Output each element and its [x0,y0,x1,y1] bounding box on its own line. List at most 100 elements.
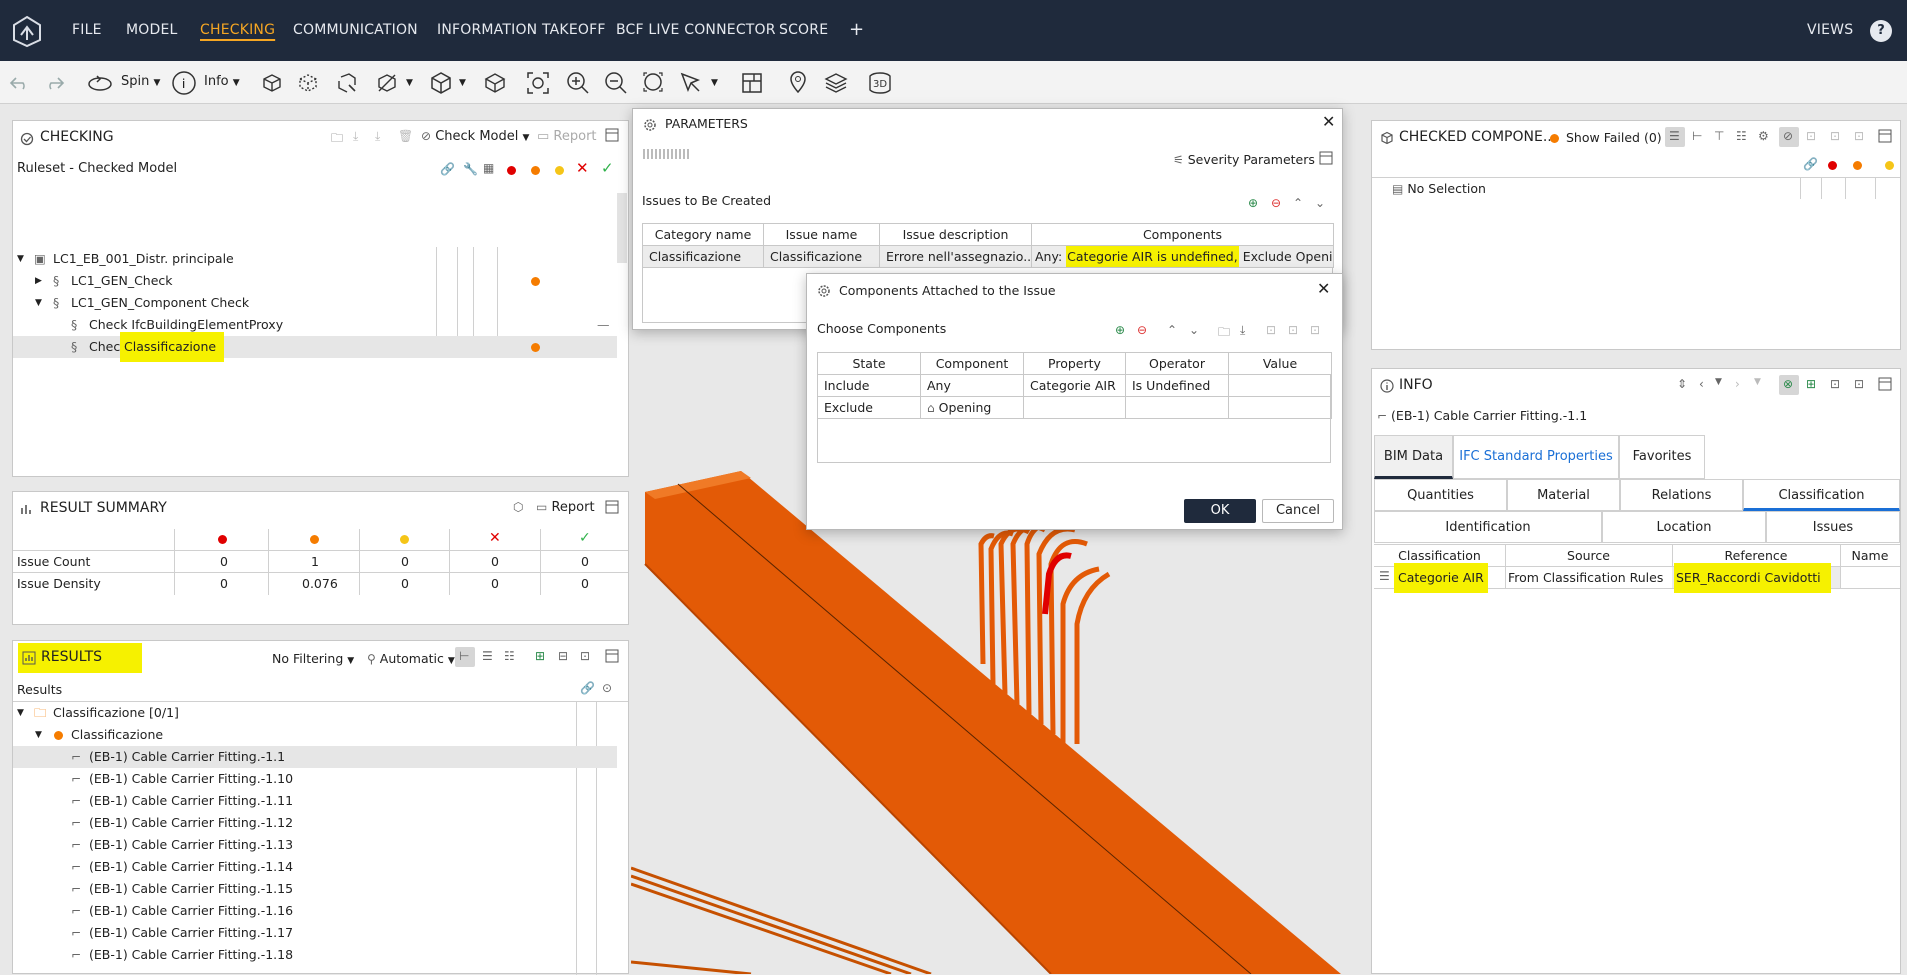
pick-icon[interactable] [677,69,704,96]
show-failed-dropdown[interactable]: Show Failed (0) ▼ [1566,130,1673,145]
result-item-row[interactable]: ⌐ (EB-1) Cable Carrier Fitting.-1.17 [13,922,617,944]
report-button[interactable]: ▭ Report [537,129,597,144]
add-row-icon[interactable]: ⊕ [1248,196,1258,210]
info-icon[interactable]: i [170,69,197,96]
expand-icon[interactable]: ▶ [35,270,42,292]
filter-warn-icon[interactable] [1885,161,1894,170]
cancel-button[interactable]: Cancel [1262,499,1334,523]
folder-icon[interactable]: 🗀 [331,129,343,150]
move-up-icon[interactable]: ⌃ [1167,323,1177,337]
result-subgroup-row[interactable]: ▼ Classificazione [13,724,576,746]
tree-row[interactable]: ▶ § LC1_GEN_Check [13,270,613,292]
result-item-row[interactable]: ⌐ (EB-1) Cable Carrier Fitting.-1.13 [13,834,617,856]
help-button[interactable]: ? [1870,20,1892,42]
tab-identification[interactable]: Identification [1374,511,1602,543]
info-dropdown[interactable]: Info ▼ [204,74,240,89]
link-icon[interactable]: 🔗 [440,162,455,176]
link-icon[interactable]: 🔗 [580,681,595,695]
bcf-icon[interactable]: ⊡ [1830,129,1840,143]
ghost-dropdown[interactable]: ▼ [406,74,413,89]
panel-menu-icon[interactable] [605,649,619,667]
tree-row-selected[interactable]: § Check Classificazione [13,332,617,362]
result-item-row[interactable]: ⌐ (EB-1) Cable Carrier Fitting.-1.11 [13,790,617,812]
cube-view-dropdown[interactable]: ▼ [459,74,466,89]
menu-score[interactable]: SCORE [779,0,828,61]
list-icon[interactable]: ☰ [1669,129,1680,143]
component-row[interactable]: Exclude ⌂ Opening [817,396,1332,419]
severity-parameters-button[interactable]: ⚟ Severity Parameters [1173,152,1315,167]
spin-icon[interactable] [86,69,113,96]
hide-icon[interactable] [333,69,360,96]
remove-row-icon[interactable]: ⊖ [1271,196,1281,210]
tree-row[interactable]: ▼ ▣ LC1_EB_001_Distr. principale [13,248,613,270]
delete-icon[interactable]: 🗑 [398,129,413,143]
drag-handle[interactable] [643,149,691,159]
filter-failed-icon[interactable] [1853,161,1862,170]
layers-icon[interactable]: ☷ [1736,129,1747,143]
pick-dropdown[interactable]: ▼ [711,74,718,89]
filter-error-icon[interactable] [1828,161,1837,170]
ghost-icon[interactable] [373,69,400,96]
list-icon[interactable]: ☰ [482,649,493,663]
cube-icon[interactable]: ⬡ [513,500,523,514]
result-item-row[interactable]: ⌐ (EB-1) Cable Carrier Fitting.-1.12 [13,812,617,834]
result-item-row[interactable]: ⌐ (EB-1) Cable Carrier Fitting.-1.16 [13,900,617,922]
panel-menu-icon[interactable] [1878,377,1892,395]
settings-icon[interactable]: ⚙ [1758,129,1769,143]
link-sync-icon[interactable]: ⊗ [1783,377,1793,391]
automatic-dropdown[interactable]: ⚲ Automatic ▼ [367,651,455,666]
zoom-out-icon[interactable] [602,69,629,96]
component-row[interactable]: Include Any Categorie AIR Is Undefined [817,374,1332,397]
tree-icon[interactable]: ⊤ [1714,129,1724,143]
result-item-row[interactable]: ⌐ (EB-1) Cable Carrier Fitting.-1.18 [13,944,617,966]
bcf-add-icon[interactable]: ⊞ [1806,377,1816,391]
panel-menu-icon[interactable] [605,500,619,518]
summary-report-button[interactable]: ▭ Report [536,500,595,515]
panel-menu-icon[interactable] [1319,151,1333,169]
tab-issues[interactable]: Issues [1766,511,1900,543]
menu-views[interactable]: VIEWS [1807,0,1853,61]
bcf-export-icon[interactable]: ⊡ [580,649,590,663]
wrench-icon[interactable]: 🔧 [463,162,478,176]
location-icon[interactable] [784,69,811,96]
export-icon[interactable]: ⤓ [375,129,380,144]
bcf-icon[interactable]: ⊡ [1266,323,1276,337]
filter-dropdown[interactable]: No Filtering ▼ [272,651,354,666]
tab-quantities[interactable]: Quantities [1374,479,1507,511]
menu-model[interactable]: MODEL [126,0,178,61]
bcf-icon[interactable]: ⊡ [1854,377,1864,391]
bcf-icon[interactable]: ⊡ [1288,323,1298,337]
filter-pass-icon[interactable]: ✓ [601,159,614,177]
filter-failed-icon[interactable] [531,166,540,175]
layers-icon[interactable] [822,69,849,96]
panel-menu-icon[interactable] [1878,129,1892,147]
result-group-row[interactable]: ▼ 🗀 Classificazione [0/1] [13,702,576,724]
tree-row[interactable]: § Check IfcBuildingElementProxy — [13,314,613,336]
zoom-selection-icon[interactable] [640,69,667,96]
tab-classification[interactable]: Classification [1743,479,1900,511]
ok-button[interactable]: OK [1184,499,1256,523]
collapse-icon[interactable]: ▼ [17,702,24,724]
tab-material[interactable]: Material [1507,479,1620,511]
tab-ifc-standard-properties[interactable]: IFC Standard Properties [1453,435,1619,479]
isolate-icon[interactable] [294,69,321,96]
bcf-icon[interactable]: ⊡ [1806,129,1816,143]
locate-icon[interactable]: ⊙ [602,681,612,695]
redo-icon[interactable] [41,69,68,96]
drag-row-icon[interactable]: ☰ [1379,569,1390,583]
hierarchy-icon[interactable]: ⊢ [459,649,469,663]
next-icon[interactable]: › [1735,377,1740,391]
zoom-in-icon[interactable] [564,69,591,96]
sort-icon[interactable]: ⇕ [1677,377,1687,391]
move-down-icon[interactable]: ⌄ [1189,323,1199,337]
tab-relations[interactable]: Relations [1620,479,1743,511]
grid-icon[interactable]: ▦ [483,161,494,175]
download-icon[interactable]: ⤓ [353,129,358,144]
3d-view-icon[interactable]: 3D [866,69,893,96]
cube-view-icon[interactable] [427,69,454,96]
result-item-row[interactable]: ⌐ (EB-1) Cable Carrier Fitting.-1.10 [13,768,617,790]
download-icon[interactable]: ⤓ [1240,323,1245,338]
bcf-icon[interactable]: ⊡ [1830,377,1840,391]
tree-row[interactable]: ▼ § LC1_GEN_Component Check [13,292,613,314]
reference-value[interactable]: SER_Raccordi Cavidotti [1674,563,1831,593]
